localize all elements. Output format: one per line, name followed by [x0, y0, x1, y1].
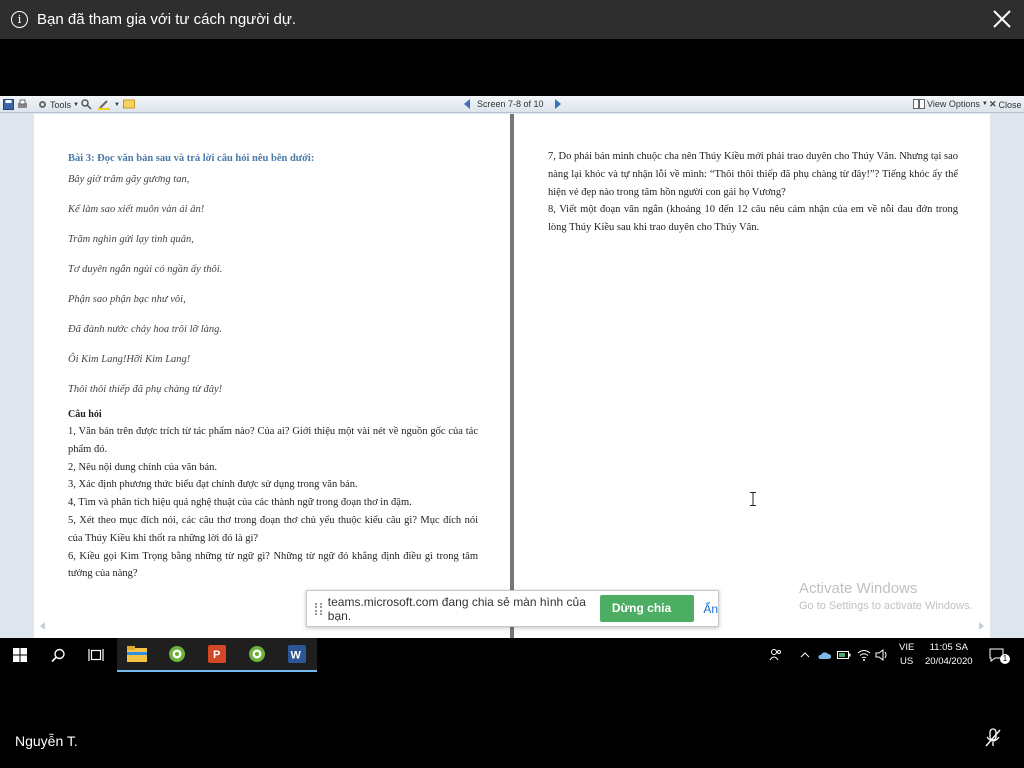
question-item: 8, Viết một đoạn văn ngắn (khoảng 10 đến…	[548, 204, 958, 234]
poem-block: Bây giờ trâm gãy gương tan, Kể làm sao x…	[68, 171, 488, 411]
page-left[interactable]: Bài 3: Đọc văn bản sau và trả lời câu hỏ…	[34, 114, 510, 638]
battery-icon[interactable]	[837, 638, 851, 672]
volume-icon[interactable]	[875, 638, 888, 672]
questions-list: 1, Văn bản trên được trích từ tác phẩm n…	[68, 423, 478, 583]
task-view-icon	[88, 649, 104, 661]
taskbar-app-powerpoint[interactable]: P	[197, 638, 237, 672]
dropdown-arrow-icon: ▼	[114, 101, 120, 108]
people-icon[interactable]	[769, 638, 783, 672]
info-icon: i	[11, 11, 28, 28]
question-item: 1, Văn bản trên được trích từ tác phẩm n…	[68, 426, 478, 455]
view-options-menu[interactable]: View Options ▼	[913, 99, 988, 109]
poem-line: Trăm nghìn gửi lạy tình quân,	[68, 234, 194, 245]
comment-icon[interactable]	[123, 99, 135, 110]
question-item: 6, Kiều gọi Kim Trọng bằng những từ ngữ …	[68, 550, 478, 580]
coccoc-browser-icon	[249, 646, 265, 662]
share-message: teams.microsoft.com đang chia sẻ màn hìn…	[327, 594, 586, 623]
poem-line: Bây giờ trâm gãy gương tan,	[68, 174, 190, 185]
text-cursor-icon	[750, 492, 756, 506]
search-button[interactable]	[38, 638, 78, 672]
dropdown-arrow-icon: ▼	[981, 101, 988, 107]
folder-icon	[127, 646, 147, 662]
notification-count-badge: 1	[1000, 654, 1010, 664]
print-icon[interactable]	[17, 99, 28, 110]
poem-line: Kể làm sao xiết muôn vàn ái ân!	[68, 204, 205, 215]
clock[interactable]: 11:05 SA 20/04/2020	[925, 638, 973, 672]
windows-logo-icon	[13, 648, 27, 662]
research-icon[interactable]	[81, 99, 93, 110]
coccoc-browser-icon	[169, 646, 185, 662]
question-item: 5, Xét theo mục đích nói, các câu thơ tr…	[68, 514, 478, 544]
next-screen-button[interactable]	[554, 99, 562, 109]
tools-menu[interactable]: Tools ▼	[37, 99, 79, 110]
question-item: 3, Xác định phương thức biểu đạt chính đ…	[68, 479, 358, 491]
chevron-up-icon[interactable]	[800, 638, 810, 672]
tools-icon	[39, 101, 46, 108]
close-reading-button[interactable]: ✕ Close	[989, 99, 1022, 110]
action-center-button[interactable]: 1	[989, 638, 1015, 672]
start-button[interactable]	[0, 638, 40, 672]
exercise-title: Bài 3: Đọc văn bản sau và trả lời câu hỏ…	[68, 153, 315, 164]
participant-notification-bar: i Bạn đã tham gia với tư cách người dự.	[0, 0, 1024, 39]
page-right[interactable]: 7, Do phải bán mình chuộc cha nên Thúy K…	[514, 114, 990, 638]
page-back-arrow-icon[interactable]	[40, 622, 50, 630]
poem-line: Ôi Kim Lang!Hỡi Kim Lang!	[68, 354, 191, 365]
search-icon	[50, 648, 65, 662]
save-icon[interactable]	[3, 99, 14, 110]
screen-share-bar: teams.microsoft.com đang chia sẻ màn hìn…	[306, 590, 719, 642]
onedrive-icon[interactable]	[817, 638, 831, 672]
poem-line: Đã đành nước chảy hoa trôi lỡ làng.	[68, 324, 223, 335]
task-view-button[interactable]	[76, 638, 116, 672]
reading-toolbar: Tools ▼ ▼ Screen 7-8 of 10 View Options …	[0, 96, 1024, 113]
previous-arrow-icon	[464, 99, 470, 109]
taskbar-app-coccoc[interactable]	[157, 638, 197, 672]
close-icon: ✕	[989, 99, 997, 109]
dropdown-arrow-icon: ▼	[73, 101, 79, 108]
participant-name: Nguyễn T.	[15, 733, 78, 749]
windows-taskbar: P W VIE US 11:05 SA 20/04/2020 1	[0, 638, 1024, 672]
taskbar-app-file-explorer[interactable]	[117, 638, 157, 672]
poem-line: Phận sao phận bạc như vôi,	[68, 294, 186, 305]
svg-text:W: W	[291, 650, 302, 662]
svg-text:P: P	[213, 649, 220, 661]
screen-indicator: Screen 7-8 of 10	[477, 99, 544, 109]
question-item: 7, Do phải bán mình chuộc cha nên Thúy K…	[548, 151, 958, 198]
question-item: 4, Tìm và phân tích hiệu quả nghệ thuật …	[68, 497, 412, 509]
poem-line: Tơ duyên ngắn ngủi có ngần ấy thôi.	[68, 264, 223, 275]
powerpoint-icon: P	[208, 645, 226, 663]
watermark-title: Activate Windows	[799, 580, 918, 597]
highlight-icon[interactable]: ▼	[98, 99, 120, 110]
close-icon[interactable]	[990, 7, 1014, 31]
notification-text: Bạn đã tham gia với tư cách người dự.	[37, 11, 297, 28]
hide-link[interactable]: Ẩn	[703, 602, 718, 616]
mic-muted-icon[interactable]	[984, 728, 1002, 748]
wifi-icon[interactable]	[857, 638, 871, 672]
drag-handle-icon[interactable]	[315, 602, 322, 615]
next-arrow-icon	[555, 99, 561, 109]
question-item: 2, Nêu nội dung chính của văn bản.	[68, 461, 218, 473]
stop-sharing-button[interactable]: Dừng chia sẻ	[599, 595, 695, 642]
questions-list-continued: 7, Do phải bán mình chuộc cha nên Thúy K…	[548, 148, 958, 237]
language-indicator[interactable]: VIE US	[899, 638, 914, 672]
word-icon: W	[288, 645, 306, 663]
shared-screen: Tools ▼ ▼ Screen 7-8 of 10 View Options …	[0, 96, 1024, 638]
view-options-icon	[913, 99, 925, 109]
taskbar-app-coccoc-2[interactable]	[237, 638, 277, 672]
questions-heading: Câu hỏi	[68, 409, 102, 420]
poem-line: Thôi thôi thiếp đã phụ chàng từ đây!	[68, 384, 223, 395]
document-pages: Bài 3: Đọc văn bản sau và trả lời câu hỏ…	[34, 114, 990, 638]
taskbar-app-word[interactable]: W	[277, 638, 317, 672]
activate-windows-watermark: Activate Windows Go to Settings to activ…	[799, 580, 973, 612]
watermark-subtitle: Go to Settings to activate Windows.	[799, 600, 973, 612]
previous-screen-button[interactable]	[463, 99, 471, 109]
page-forward-arrow-icon[interactable]	[974, 622, 984, 630]
